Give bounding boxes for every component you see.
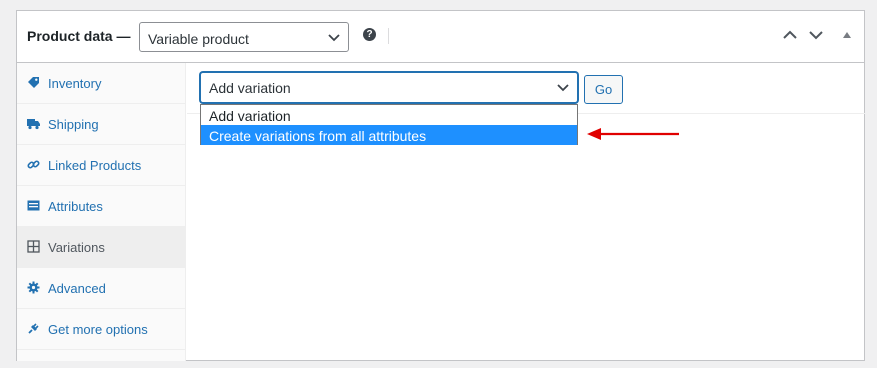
tab-variations[interactable]: Variations [17,227,185,268]
variation-action-value: Add variation [209,80,291,96]
chevron-down-icon [328,34,340,42]
tab-label: Attributes [48,198,103,214]
tab-advanced[interactable]: Advanced [17,268,185,309]
panel-header: Product data — Variable product ? [17,11,864,63]
chevron-down-icon [557,84,569,92]
variation-action-select[interactable]: Add variation [200,72,578,103]
tab-attributes[interactable]: Attributes [17,186,185,227]
plugin-icon [28,323,39,334]
tab-get-more-options[interactable]: Get more options [17,309,185,350]
tab-label: Linked Products [48,157,142,173]
link-icon [27,160,40,169]
truck-icon [27,119,40,130]
product-data-tabs: Inventory Shipping Linked Products Attri… [17,63,186,361]
tab-inventory[interactable]: Inventory [17,63,185,104]
move-up-icon[interactable] [783,30,797,40]
product-type-select[interactable]: Variable product [139,22,349,52]
help-icon[interactable]: ? [363,28,376,41]
header-divider [388,28,389,44]
variations-panel: Add variation Go Add variation Create va… [187,63,865,361]
gear-icon [27,281,40,294]
collapse-toggle-icon[interactable] [843,32,851,38]
tab-label: Shipping [48,116,99,132]
tab-label: Advanced [48,280,106,296]
list-icon [27,200,40,211]
product-data-panel: Product data — Variable product ? Invent… [16,10,865,361]
tab-label: Inventory [48,75,102,91]
move-down-icon[interactable] [809,30,823,40]
go-button[interactable]: Go [584,75,623,104]
option-create-variations-from-all-attributes[interactable]: Create variations from all attributes [201,125,577,145]
tab-shipping[interactable]: Shipping [17,104,185,145]
panel-title: Product data — [27,28,131,44]
option-add-variation[interactable]: Add variation [201,105,577,125]
tag-icon [28,77,39,88]
variation-action-dropdown: Add variation Create variations from all… [200,104,578,145]
product-type-value: Variable product [148,31,249,47]
tab-linked-products[interactable]: Linked Products [17,145,185,186]
grid-icon [27,240,40,253]
tab-label: Get more options [48,321,148,337]
tab-label: Variations [48,239,105,255]
annotation-arrow-icon [587,128,679,140]
